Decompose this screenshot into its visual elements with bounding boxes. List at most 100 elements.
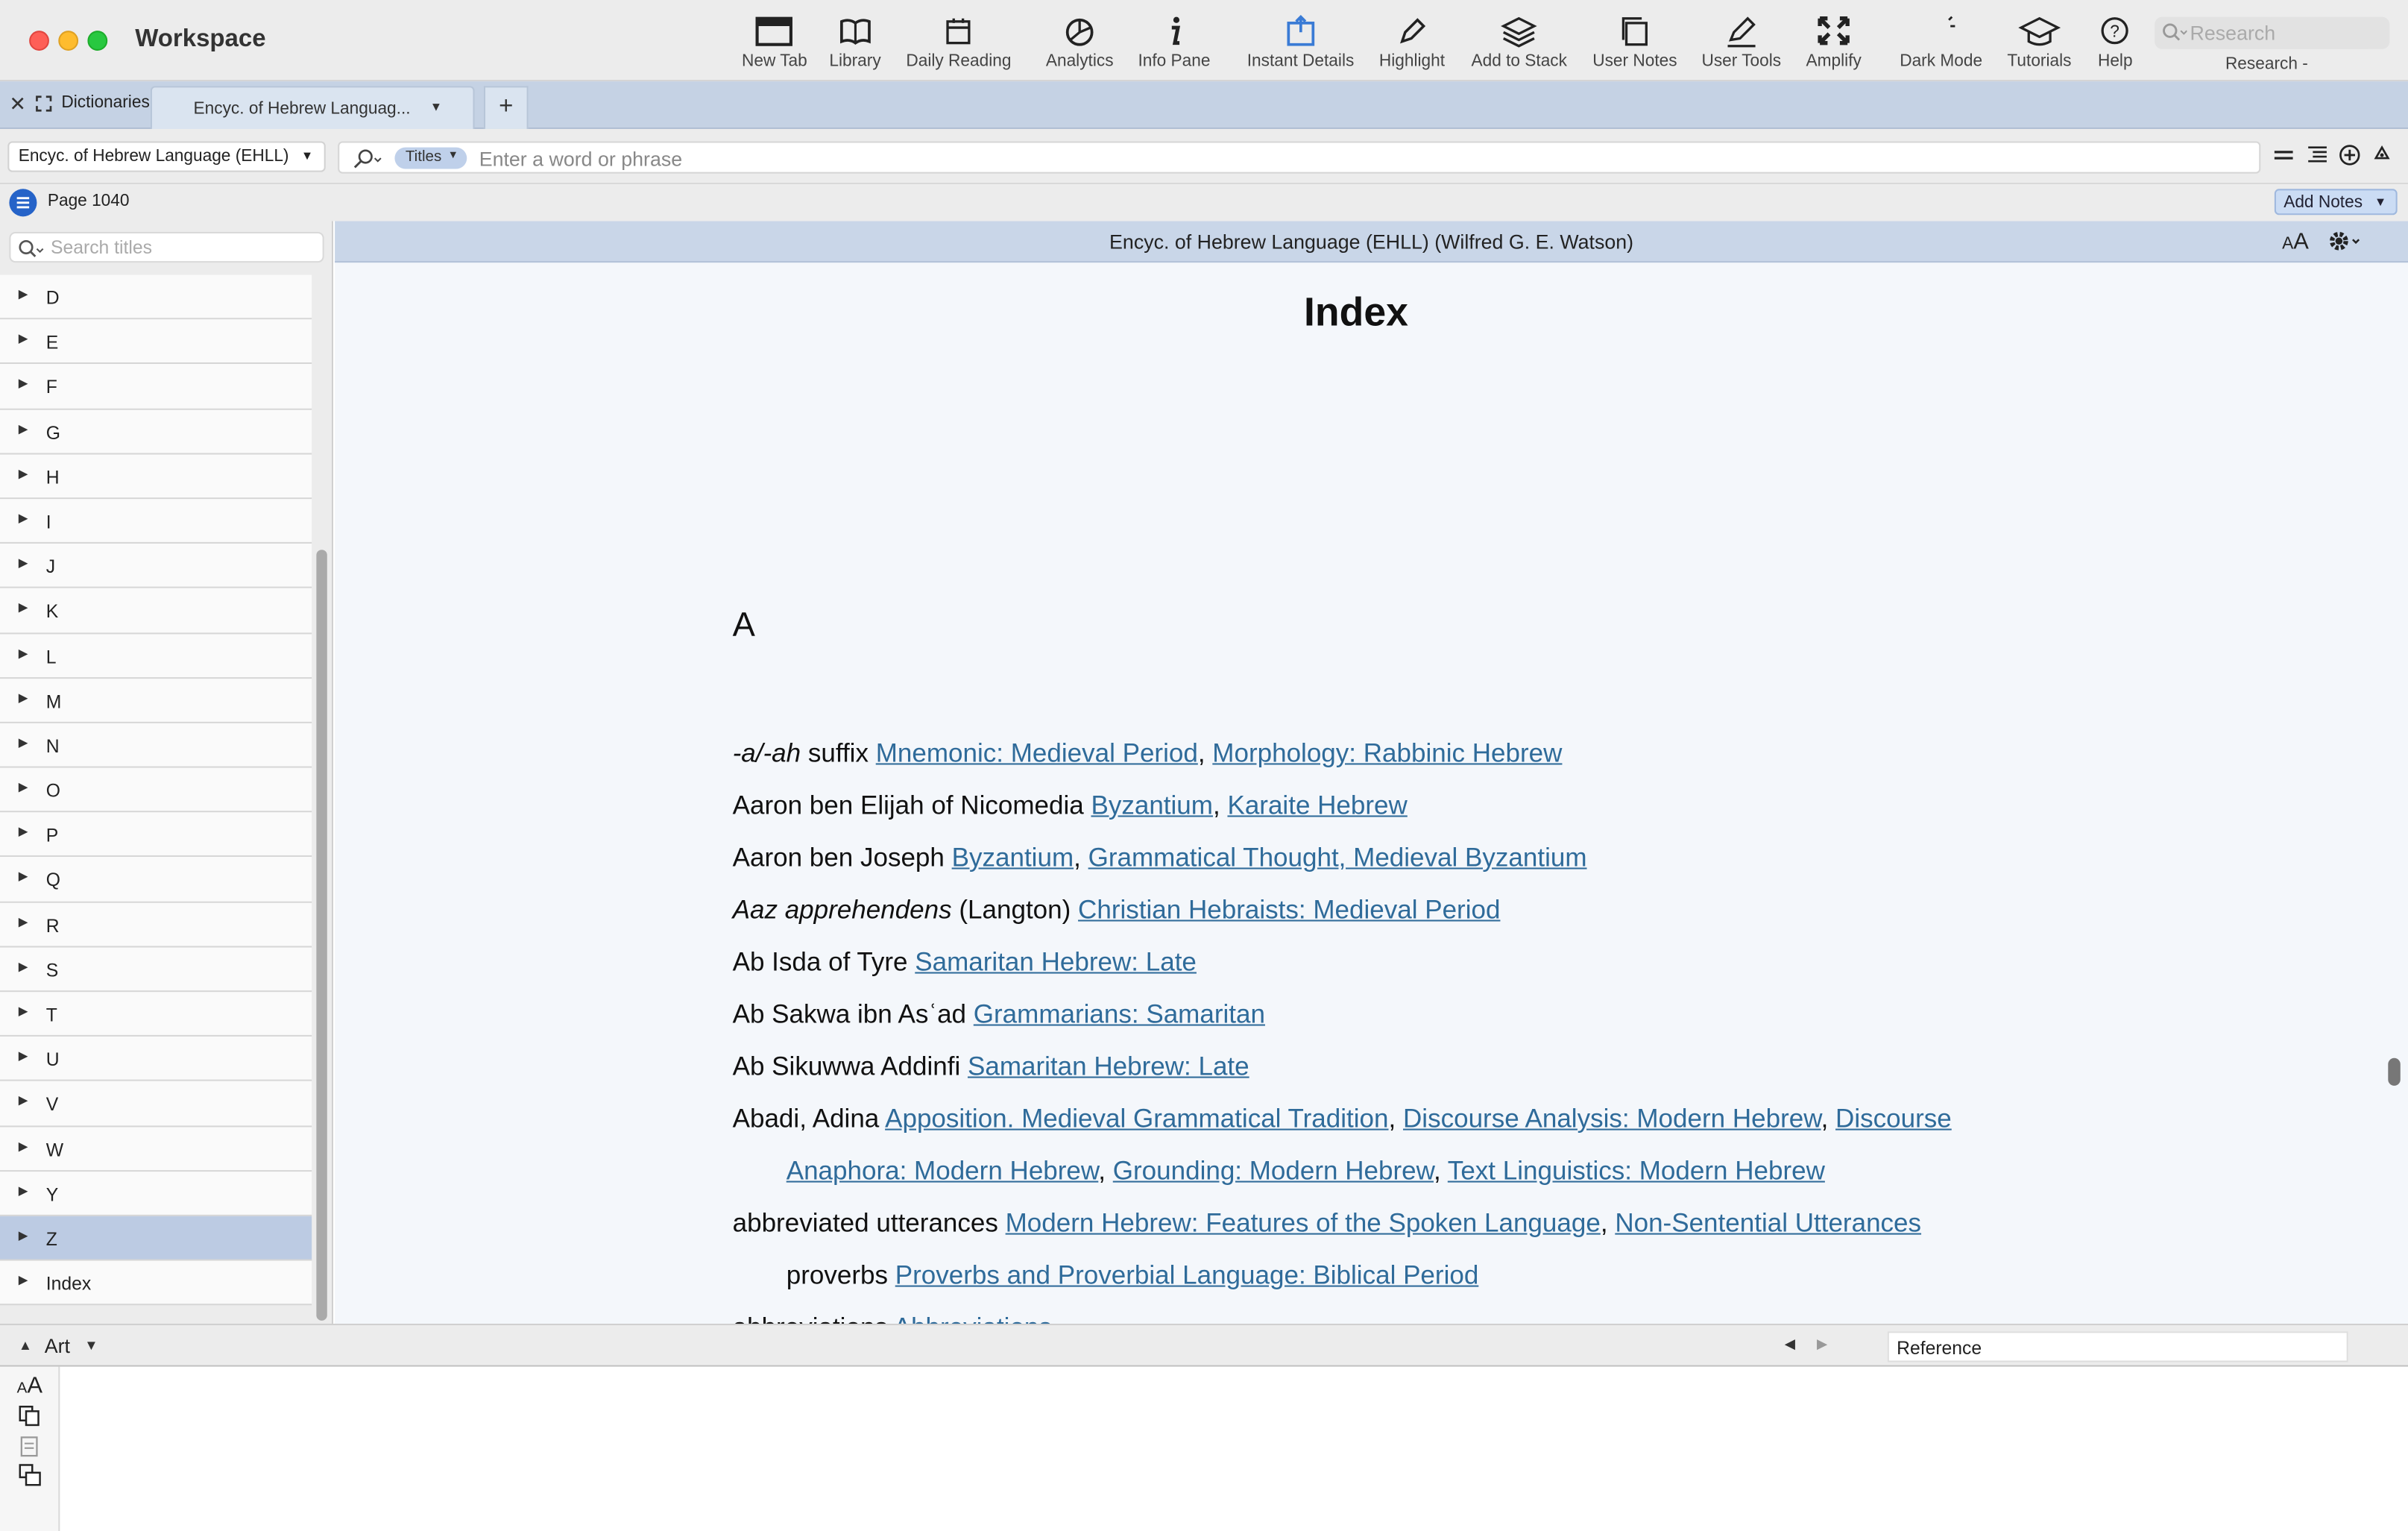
entry-link[interactable]: Grounding: Modern Hebrew [1113,1157,1434,1186]
notes-pane[interactable]: AA [0,1366,2408,1531]
sidebar-item-h[interactable]: ▶ H [0,454,312,500]
zoom-window-button[interactable] [87,31,108,51]
back-arrow-icon[interactable]: ◀ [1785,1336,1795,1354]
gear-icon[interactable] [2327,229,2363,254]
disclosure-triangle-icon[interactable]: ▶ [19,1183,28,1198]
disclosure-triangle-icon[interactable]: ▶ [19,960,28,974]
entry-link[interactable]: Morphology: Rabbinic Hebrew [1212,738,1562,767]
minimize-window-button[interactable] [58,31,79,51]
tab-encyclopedia[interactable]: Encyc. of Hebrew Languag... ▼ [150,86,475,129]
disclosure-triangle-icon[interactable]: ▶ [19,287,28,301]
disclosure-triangle-icon[interactable]: ▶ [19,1139,28,1153]
research-label[interactable]: Research - [2225,55,2308,74]
disclosure-triangle-icon[interactable]: ▶ [19,601,28,615]
library-button[interactable]: Library [829,14,881,71]
research-search-input[interactable]: Research [2155,16,2390,49]
entry-link[interactable]: Samaritan Hebrew: Late [915,948,1197,977]
entry-link[interactable]: Discourse Analysis: Modern Hebrew [1403,1104,1821,1134]
daily-reading-button[interactable]: Daily Reading [906,14,1011,71]
resource-select[interactable]: Encyc. of Hebrew Language (EHLL) ▼ [7,141,326,172]
expand-icon[interactable] [35,95,52,113]
sidebar-item-e[interactable]: ▶ E [0,319,312,365]
instant-details-button[interactable]: Instant Details [1247,14,1354,71]
new-tab-plus-button[interactable]: + [483,86,529,129]
entry-link[interactable]: Text Linguistics: Modern Hebrew [1448,1157,1825,1186]
disclosure-triangle-icon[interactable]: ▶ [19,870,28,884]
content-scrollbar[interactable] [2388,1057,2401,1086]
entry-link[interactable]: Discourse [1835,1104,1952,1134]
disclosure-triangle-icon[interactable]: ▶ [19,332,28,346]
collapse-up-icon[interactable]: ▲ [19,1338,32,1354]
disclosure-triangle-icon[interactable]: ▶ [19,377,28,391]
forward-arrow-icon[interactable]: ▶ [1817,1336,1827,1354]
sidebar-item-o[interactable]: ▶ O [0,767,312,813]
sidebar-item-v[interactable]: ▶ V [0,1081,312,1127]
entry-link[interactable]: Modern Hebrew: Features of the Spoken La… [1006,1209,1601,1238]
disclosure-triangle-icon[interactable]: ▶ [19,780,28,794]
sidebar-item-f[interactable]: ▶ F [0,364,312,409]
sidebar-item-m[interactable]: ▶ M [0,678,312,723]
amplify-button[interactable]: Amplify [1806,14,1862,71]
disclosure-triangle-icon[interactable]: ▶ [19,915,28,929]
search-scope-pill[interactable]: Titles ▼ [394,147,467,169]
disclosure-triangle-icon[interactable]: ▶ [19,556,28,570]
help-button[interactable]: ? Help [2098,14,2133,71]
sidebar-item-l[interactable]: ▶ L [0,633,312,679]
chevron-down-icon[interactable]: ▼ [84,1338,98,1354]
font-size-icon[interactable]: AA [2282,229,2309,255]
entry-link[interactable]: Non-Sentential Utterances [1615,1209,1921,1238]
disclosure-triangle-icon[interactable]: ▶ [19,466,28,480]
table-of-contents-icon[interactable] [9,189,37,217]
sidebar-item-s[interactable]: ▶ S [0,947,312,993]
entry-link[interactable]: Proverbs and Proverbial Language: Biblic… [895,1261,1479,1290]
sidebar-item-w[interactable]: ▶ W [0,1126,312,1172]
disclosure-triangle-icon[interactable]: ▶ [19,646,28,660]
analytics-button[interactable]: Analytics [1046,14,1114,71]
entry-link[interactable]: Karaite Hebrew [1227,790,1407,820]
panel-label[interactable]: Dictionaries [61,94,149,113]
add-circle-icon[interactable] [2339,145,2360,166]
list-options-icon[interactable] [2307,146,2328,165]
parallel-lines-icon[interactable] [2273,146,2295,165]
disclosure-triangle-icon[interactable]: ▶ [19,1094,28,1108]
chevron-down-icon[interactable]: ▼ [430,100,442,114]
user-tools-button[interactable]: User Tools [1701,14,1781,71]
close-panel-icon[interactable]: ✕ [9,92,25,117]
tutorials-button[interactable]: Tutorials [2007,14,2071,71]
sidebar-item-i[interactable]: ▶ I [0,499,312,544]
disclosure-triangle-icon[interactable]: ▶ [19,1228,28,1242]
entry-link[interactable]: Samaritan Hebrew: Late [968,1052,1249,1081]
entry-link[interactable]: Byzantium [1091,790,1213,820]
reference-field[interactable]: Reference [1887,1331,2348,1362]
highlight-button[interactable]: Highlight [1379,14,1445,71]
sidebar-item-k[interactable]: ▶ K [0,588,312,634]
search-input[interactable]: Titles ▼ Enter a word or phrase [338,141,2261,174]
sidebar-item-y[interactable]: ▶ Y [0,1171,312,1216]
sidebar-scrollbar[interactable] [316,550,327,1321]
entry-link[interactable]: Mnemonic: Medieval Period [876,738,1198,767]
sidebar-item-index[interactable]: ▶ Index [0,1260,312,1306]
entry-link[interactable]: Grammatical Thought, Medieval Byzantium [1088,843,1587,873]
disclosure-triangle-icon[interactable]: ▶ [19,1273,28,1287]
entry-link[interactable]: Apposition. Medieval Grammatical Traditi… [885,1104,1388,1134]
sidebar-item-d[interactable]: ▶ D [0,274,312,320]
new-tab-button[interactable]: New Tab [742,14,807,71]
sidebar-item-r[interactable]: ▶ R [0,902,312,948]
sidebar-item-p[interactable]: ▶ P [0,812,312,858]
disclosure-triangle-icon[interactable]: ▶ [19,691,28,705]
sidebar-item-t[interactable]: ▶ T [0,992,312,1037]
entry-link[interactable]: Byzantium [952,843,1074,873]
entry-link[interactable]: Anaphora: Modern Hebrew [787,1157,1099,1186]
sidebar-item-n[interactable]: ▶ N [0,723,312,768]
disclosure-triangle-icon[interactable]: ▶ [19,421,28,436]
title-search-input[interactable]: Search titles [9,231,324,263]
sidebar-item-j[interactable]: ▶ J [0,544,312,589]
disclosure-triangle-icon[interactable]: ▶ [19,735,28,749]
disclosure-triangle-icon[interactable]: ▶ [19,1049,28,1063]
collection-select[interactable]: Art [45,1334,70,1357]
user-notes-button[interactable]: User Notes [1592,14,1677,71]
paste-icon[interactable] [19,1463,42,1486]
add-to-stack-button[interactable]: Add to Stack [1471,14,1567,71]
recycle-icon[interactable] [2371,145,2393,166]
sidebar-item-g[interactable]: ▶ G [0,409,312,455]
